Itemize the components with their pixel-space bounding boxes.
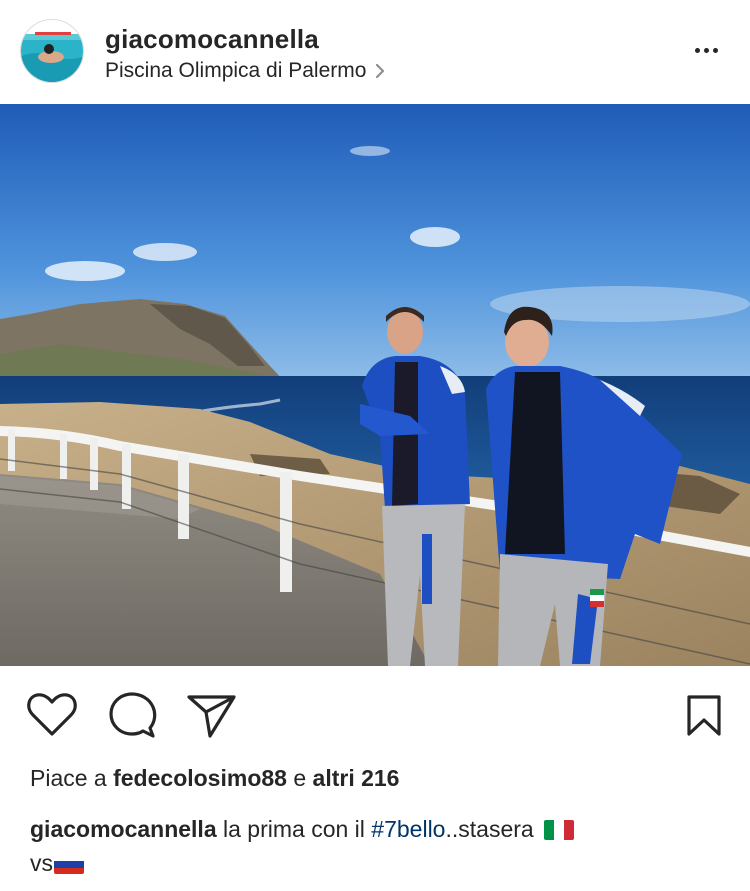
- caption-hashtag[interactable]: #7bello: [371, 816, 445, 842]
- russia-flag-icon: [54, 854, 84, 874]
- chevron-right-icon: [374, 63, 386, 79]
- send-icon: [187, 695, 236, 738]
- more-horizontal-icon: [693, 47, 720, 53]
- post-header: giacomocannella Piscina Olimpica di Pale…: [0, 0, 750, 104]
- likes-conjunction: e: [293, 765, 307, 791]
- caption-text-after: ..stasera: [445, 816, 534, 842]
- caption-username[interactable]: giacomocannella: [30, 816, 217, 842]
- likes-others[interactable]: altri 216: [313, 765, 400, 791]
- post-photo[interactable]: [0, 104, 750, 666]
- comment-button[interactable]: [108, 692, 158, 740]
- likes-prefix: Piace a: [30, 765, 107, 791]
- italy-flag-icon: [544, 820, 575, 840]
- comment-icon: [109, 692, 157, 738]
- like-button[interactable]: [26, 692, 78, 738]
- save-button[interactable]: [686, 694, 722, 738]
- post-username[interactable]: giacomocannella: [105, 25, 319, 53]
- avatar[interactable]: [20, 19, 84, 83]
- location-link[interactable]: Piscina Olimpica di Palermo: [105, 58, 386, 84]
- caption-line2: vs: [30, 850, 53, 876]
- liker-username[interactable]: fedecolosimo88: [113, 765, 287, 791]
- post-caption: giacomocannella la prima con il #7bello.…: [30, 812, 730, 880]
- bookmark-icon: [687, 695, 721, 736]
- action-bar: [0, 666, 750, 766]
- share-button[interactable]: [186, 693, 238, 739]
- location-label: Piscina Olimpica di Palermo: [105, 59, 367, 82]
- heart-icon: [27, 693, 77, 736]
- more-options-button[interactable]: [686, 38, 726, 62]
- caption-text-before: la prima con il: [223, 816, 365, 842]
- likes-summary[interactable]: Piace a fedecolosimo88 e altri 216: [30, 764, 399, 792]
